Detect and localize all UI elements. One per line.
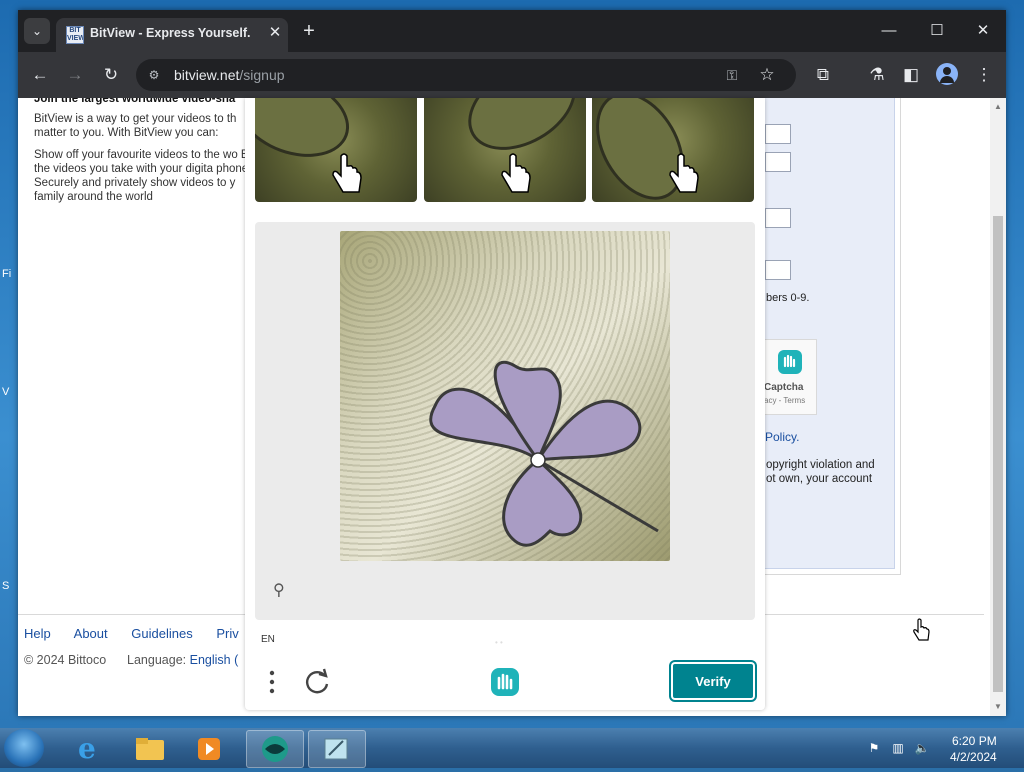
labs-flask-icon[interactable]: ⚗ [864, 62, 890, 88]
tab-title: BitView - Express Yourself. [90, 26, 251, 40]
profile-avatar-icon[interactable] [936, 63, 958, 85]
pointing-hand-icon [669, 153, 699, 193]
hcaptcha-label: Captcha [764, 382, 804, 393]
tab-close-icon[interactable]: ✕ [266, 24, 284, 42]
footer-link-guidelines[interactable]: Guidelines [131, 626, 192, 641]
svg-text:e: e [78, 732, 96, 765]
system-tray: ⚑ ▥ 🔈 6:20 PM 4/2/2024 [860, 728, 1024, 768]
forward-icon[interactable]: → [62, 62, 88, 88]
new-tab-button[interactable]: + [298, 20, 320, 42]
browser-task-icon[interactable] [246, 730, 304, 768]
pointing-hand-icon [501, 153, 531, 193]
url-text[interactable]: bitview.net/signup [174, 67, 285, 83]
hcaptcha-widget[interactable]: Captcha acy - Terms [758, 339, 817, 415]
reload-icon[interactable]: ↻ [98, 62, 124, 88]
footer-link-privacy[interactable]: Priv [216, 626, 238, 641]
pointing-hand-icon [332, 153, 362, 193]
email-field[interactable] [765, 152, 791, 172]
challenge-panel: ⚲ [255, 222, 755, 620]
file-explorer-icon[interactable] [122, 730, 178, 766]
browser-window: ⌄ BIT VIEW BitView - Express Yourself. ✕… [18, 10, 1006, 716]
footer-links: Help About Guidelines Priv [24, 626, 259, 641]
scroll-up-icon[interactable]: ▲ [993, 102, 1003, 112]
intro-section: Join the largest worldwide video-sha Bit… [34, 98, 264, 212]
page-scrollbar[interactable]: ▲ ▼ [990, 98, 1006, 716]
intro-paragraph: BitView is a way to get your videos to t… [34, 113, 237, 139]
back-icon[interactable]: ← [27, 62, 53, 88]
intro-feature-list: Show off your favourite videos to the wo… [34, 149, 264, 203]
language-selector[interactable]: English ( [190, 653, 239, 667]
username-field[interactable] [765, 124, 791, 144]
action-center-flag-icon[interactable]: ⚑ [866, 740, 882, 756]
internet-explorer-icon[interactable]: e [62, 730, 118, 766]
verify-button[interactable]: Verify [671, 662, 755, 700]
language-button[interactable]: EN [261, 634, 275, 645]
page-dots: • • [495, 638, 503, 647]
hand-cursor-icon [913, 618, 930, 641]
bitview-favicon-icon: BIT VIEW [66, 26, 84, 44]
tab-strip: ⌄ BIT VIEW BitView - Express Yourself. ✕… [18, 10, 1006, 52]
copyright-warning-text: opyright violation and ot own, your acco… [766, 459, 875, 485]
volume-muted-icon[interactable]: 🔈 [914, 740, 930, 756]
scroll-down-icon[interactable]: ▼ [993, 702, 1003, 712]
hcaptcha-terms-link[interactable]: acy - Terms [764, 396, 805, 405]
close-window-button[interactable]: ✕ [960, 18, 1006, 44]
hcaptcha-logo-icon[interactable] [487, 664, 523, 700]
password-key-icon[interactable]: ⚿ [722, 65, 742, 85]
example-tile [592, 98, 754, 202]
desktop-icon-label[interactable]: V [2, 386, 9, 398]
footer-link-about[interactable]: About [74, 626, 108, 641]
browser-tab[interactable]: BIT VIEW BitView - Express Yourself. ✕ [56, 18, 288, 52]
confirm-field[interactable] [765, 260, 791, 280]
zoom-magnifier-icon[interactable]: ⚲ [273, 580, 293, 600]
scroll-thumb[interactable] [993, 216, 1003, 692]
desktop-icon-label[interactable]: S [2, 580, 9, 592]
hcaptcha-logo-icon [778, 350, 802, 374]
notepad-task-icon[interactable] [308, 730, 366, 768]
copyright-text: © 2024 Bittoco [24, 653, 107, 667]
intro-heading: Join the largest worldwide video-sha [34, 98, 236, 105]
extensions-icon[interactable]: ⧉ [810, 62, 836, 88]
maximize-button[interactable]: ☐ [914, 18, 960, 44]
captcha-challenge-dialog: ⚲ EN • • Verify [245, 98, 765, 710]
windows-taskbar: e ⚑ ▥ 🔈 6:20 PM 4/2/2024 [0, 728, 1024, 768]
example-tile [424, 98, 586, 202]
network-icon[interactable]: ▥ [890, 740, 906, 756]
clock-time[interactable]: 6:20 PM [952, 734, 997, 748]
language-label: Language: [127, 653, 187, 667]
bookmark-star-icon[interactable]: ☆ [756, 64, 778, 86]
media-player-icon[interactable] [182, 730, 238, 766]
numbers-hint: bers 0-9. [766, 292, 810, 304]
challenge-image[interactable] [340, 231, 670, 561]
address-bar[interactable]: ⚙ bitview.net/signup ⚿ ☆ [136, 59, 796, 91]
side-panel-icon[interactable]: ◧ [898, 62, 924, 88]
tab-search-button[interactable]: ⌄ [24, 18, 50, 44]
policy-link[interactable]: Policy. [765, 430, 799, 444]
menu-kebab-icon[interactable]: ⋮ [971, 62, 997, 88]
browser-toolbar: ← → ↻ ⚙ bitview.net/signup ⚿ ☆ ⧉ ⚗ ◧ ⋮ [18, 52, 1006, 98]
site-info-icon[interactable]: ⚙ [146, 67, 162, 83]
more-options-icon[interactable] [263, 668, 281, 696]
minimize-button[interactable]: — [866, 18, 912, 44]
password-field[interactable] [765, 208, 791, 228]
example-tile [255, 98, 417, 202]
copyright-line: © 2024 Bittoco Language: English ( [24, 653, 238, 667]
clover-shape[interactable] [340, 231, 670, 561]
refresh-challenge-icon[interactable] [303, 668, 331, 696]
clock-date[interactable]: 4/2/2024 [950, 750, 997, 764]
start-button[interactable] [4, 729, 44, 767]
desktop-icon-label[interactable]: Fi [2, 268, 11, 280]
footer-link-help[interactable]: Help [24, 626, 51, 641]
